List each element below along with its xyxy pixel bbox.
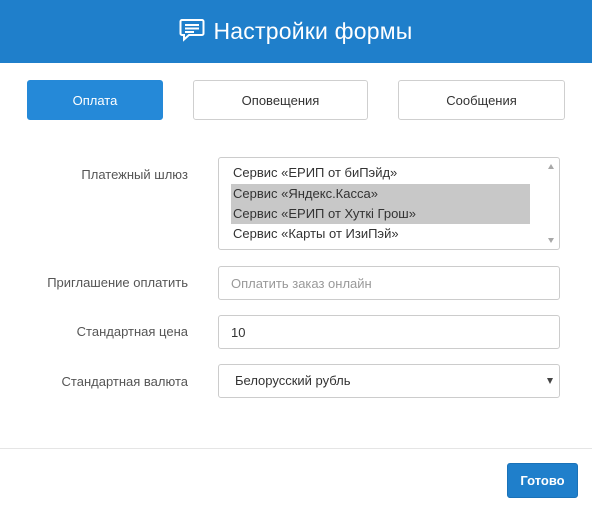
scroll-down-arrow-icon[interactable]	[548, 238, 554, 243]
form-settings-dialog: Настройки формы Оплата Оповещения Сообще…	[0, 0, 592, 510]
gateway-option-erip-hutki-grosh[interactable]: Сервис «ЕРИП от Хуткі Грош»	[231, 204, 530, 224]
done-button[interactable]: Готово	[507, 463, 578, 498]
gateway-option-cards-easypay[interactable]: Сервис «Карты от ИзиПэй»	[231, 224, 530, 244]
dialog-title: Настройки формы	[213, 18, 413, 44]
payment-invitation-label: Приглашение оплатить	[47, 275, 188, 290]
default-currency-label: Стандартная валюта	[61, 374, 188, 389]
message-icon	[179, 18, 205, 42]
scroll-up-arrow-icon[interactable]	[548, 164, 554, 169]
tab-notifications[interactable]: Оповещения	[193, 80, 368, 120]
tab-payment[interactable]: Оплата	[27, 80, 163, 120]
footer-divider	[0, 448, 592, 449]
payment-gateway-label: Платежный шлюз	[81, 167, 188, 182]
currency-selected-value: Белорусский рубль	[235, 373, 351, 388]
dialog-header: Настройки формы	[0, 0, 592, 63]
default-price-label: Стандартная цена	[76, 324, 188, 339]
chevron-down-icon	[547, 378, 553, 384]
default-price-input[interactable]	[218, 315, 560, 349]
default-currency-select[interactable]: Белорусский рубль	[218, 364, 560, 398]
tab-bar: Оплата Оповещения Сообщения	[27, 80, 565, 120]
payment-gateway-listbox[interactable]: Сервис «ЕРИП от биПэйд» Сервис «Яндекс.К…	[218, 157, 560, 250]
gateway-option-yandex-kassa[interactable]: Сервис «Яндекс.Касса»	[231, 184, 530, 204]
gateway-option-erip-bepaid[interactable]: Сервис «ЕРИП от биПэйд»	[231, 163, 530, 183]
tab-messages[interactable]: Сообщения	[398, 80, 565, 120]
payment-invitation-input[interactable]	[218, 266, 560, 300]
